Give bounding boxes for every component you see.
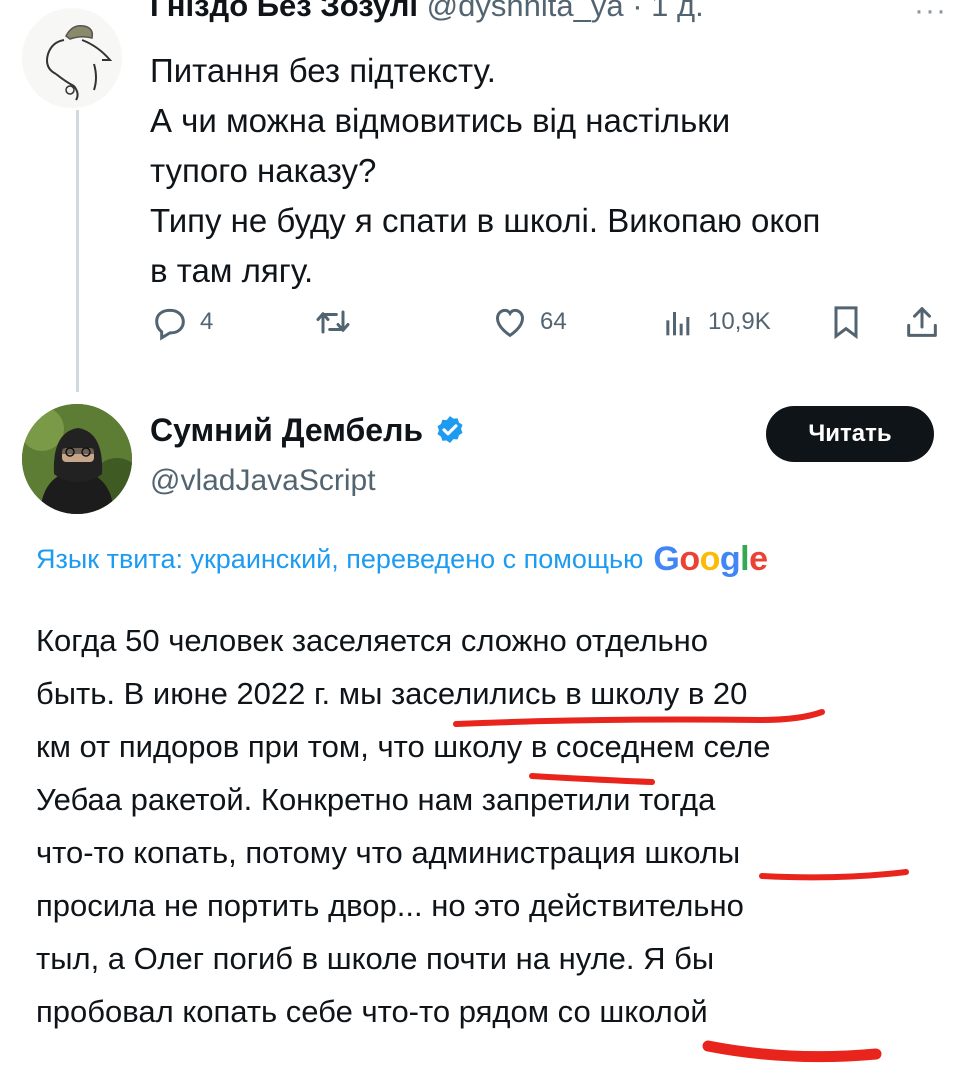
main-author-name[interactable]: Сумний Дембель [150, 412, 423, 449]
views-button[interactable]: 10,9K [658, 300, 771, 344]
parent-tweet-header: Гніздо Без Зозулі @dyshnita_ya · 1 д. [150, 0, 704, 24]
translation-notice[interactable]: Язык твита: украинский, переведено с пом… [36, 540, 768, 579]
main-text-line: Уебаа ракетой. Конкретно нам запретили т… [36, 782, 716, 817]
like-button[interactable]: 64 [490, 300, 567, 344]
red-underline-mark [702, 1040, 882, 1063]
reply-button[interactable]: 4 [150, 300, 213, 344]
parent-text-line: Питання без підтексту. [150, 52, 496, 89]
thread-connector-line [76, 110, 79, 392]
parent-handle-time[interactable]: @dyshnita_ya · 1 д. [427, 0, 704, 23]
main-author-avatar[interactable] [22, 404, 132, 514]
main-text-line: просила не портить двор... но это действ… [36, 888, 744, 923]
main-tweet-text: Когда 50 человек заселяется сложно отдел… [36, 614, 946, 1038]
share-icon [907, 307, 937, 337]
main-author-handle[interactable]: @vladJavaScript [150, 464, 376, 498]
bookmark-button[interactable] [826, 300, 866, 344]
tweet-action-bar: 4 64 10,9K [150, 300, 950, 344]
more-horizontal-icon[interactable]: ··· [914, 0, 947, 28]
share-button[interactable] [902, 300, 942, 344]
profile-photo-image [22, 404, 132, 514]
parent-text-line: тупого наказу? [150, 152, 377, 189]
reply-count: 4 [200, 308, 214, 335]
main-text-line: км от пидоров при том, что школу в сосед… [36, 729, 771, 764]
follow-button[interactable]: Читать [766, 406, 934, 462]
main-text-line: тыл, а Олег погиб в школе почти на нуле.… [36, 941, 715, 976]
bookmark-icon [834, 306, 858, 340]
heart-icon [495, 308, 525, 338]
translation-note-text: Язык твита: украинский, переведено с пом… [36, 544, 644, 574]
parent-text-line: Типу не буду я спати в школі. Викопаю ок… [150, 202, 821, 239]
views-count: 10,9K [708, 308, 771, 335]
views-chart-icon [666, 312, 690, 336]
retweet-icon [316, 310, 350, 334]
reply-icon [155, 308, 185, 341]
main-author-name-row: Сумний Дембель [150, 412, 467, 449]
parent-tweet-text: Питання без підтексту. А чи можна відмов… [150, 46, 940, 296]
main-text-line: быть. В июне 2022 г. мы заселились в шко… [36, 676, 748, 711]
main-text-line: Когда 50 человек заселяется сложно отдел… [36, 623, 708, 658]
verified-badge-icon [437, 415, 463, 443]
google-logo: Google [653, 540, 768, 578]
doodle-avatar-image [46, 24, 113, 101]
parent-author-avatar[interactable] [22, 8, 122, 108]
main-text-line: пробовал копать себе что-то рядом со шко… [36, 994, 708, 1029]
parent-text-line: А чи можна відмовитись від настільки [150, 102, 731, 139]
like-count: 64 [540, 308, 567, 335]
main-text-line: что-то копать, потому что администрация … [36, 835, 741, 870]
retweet-button[interactable] [312, 300, 354, 344]
parent-text-line: в там лягу. [150, 252, 314, 289]
parent-author-name[interactable]: Гніздо Без Зозулі [150, 0, 418, 23]
